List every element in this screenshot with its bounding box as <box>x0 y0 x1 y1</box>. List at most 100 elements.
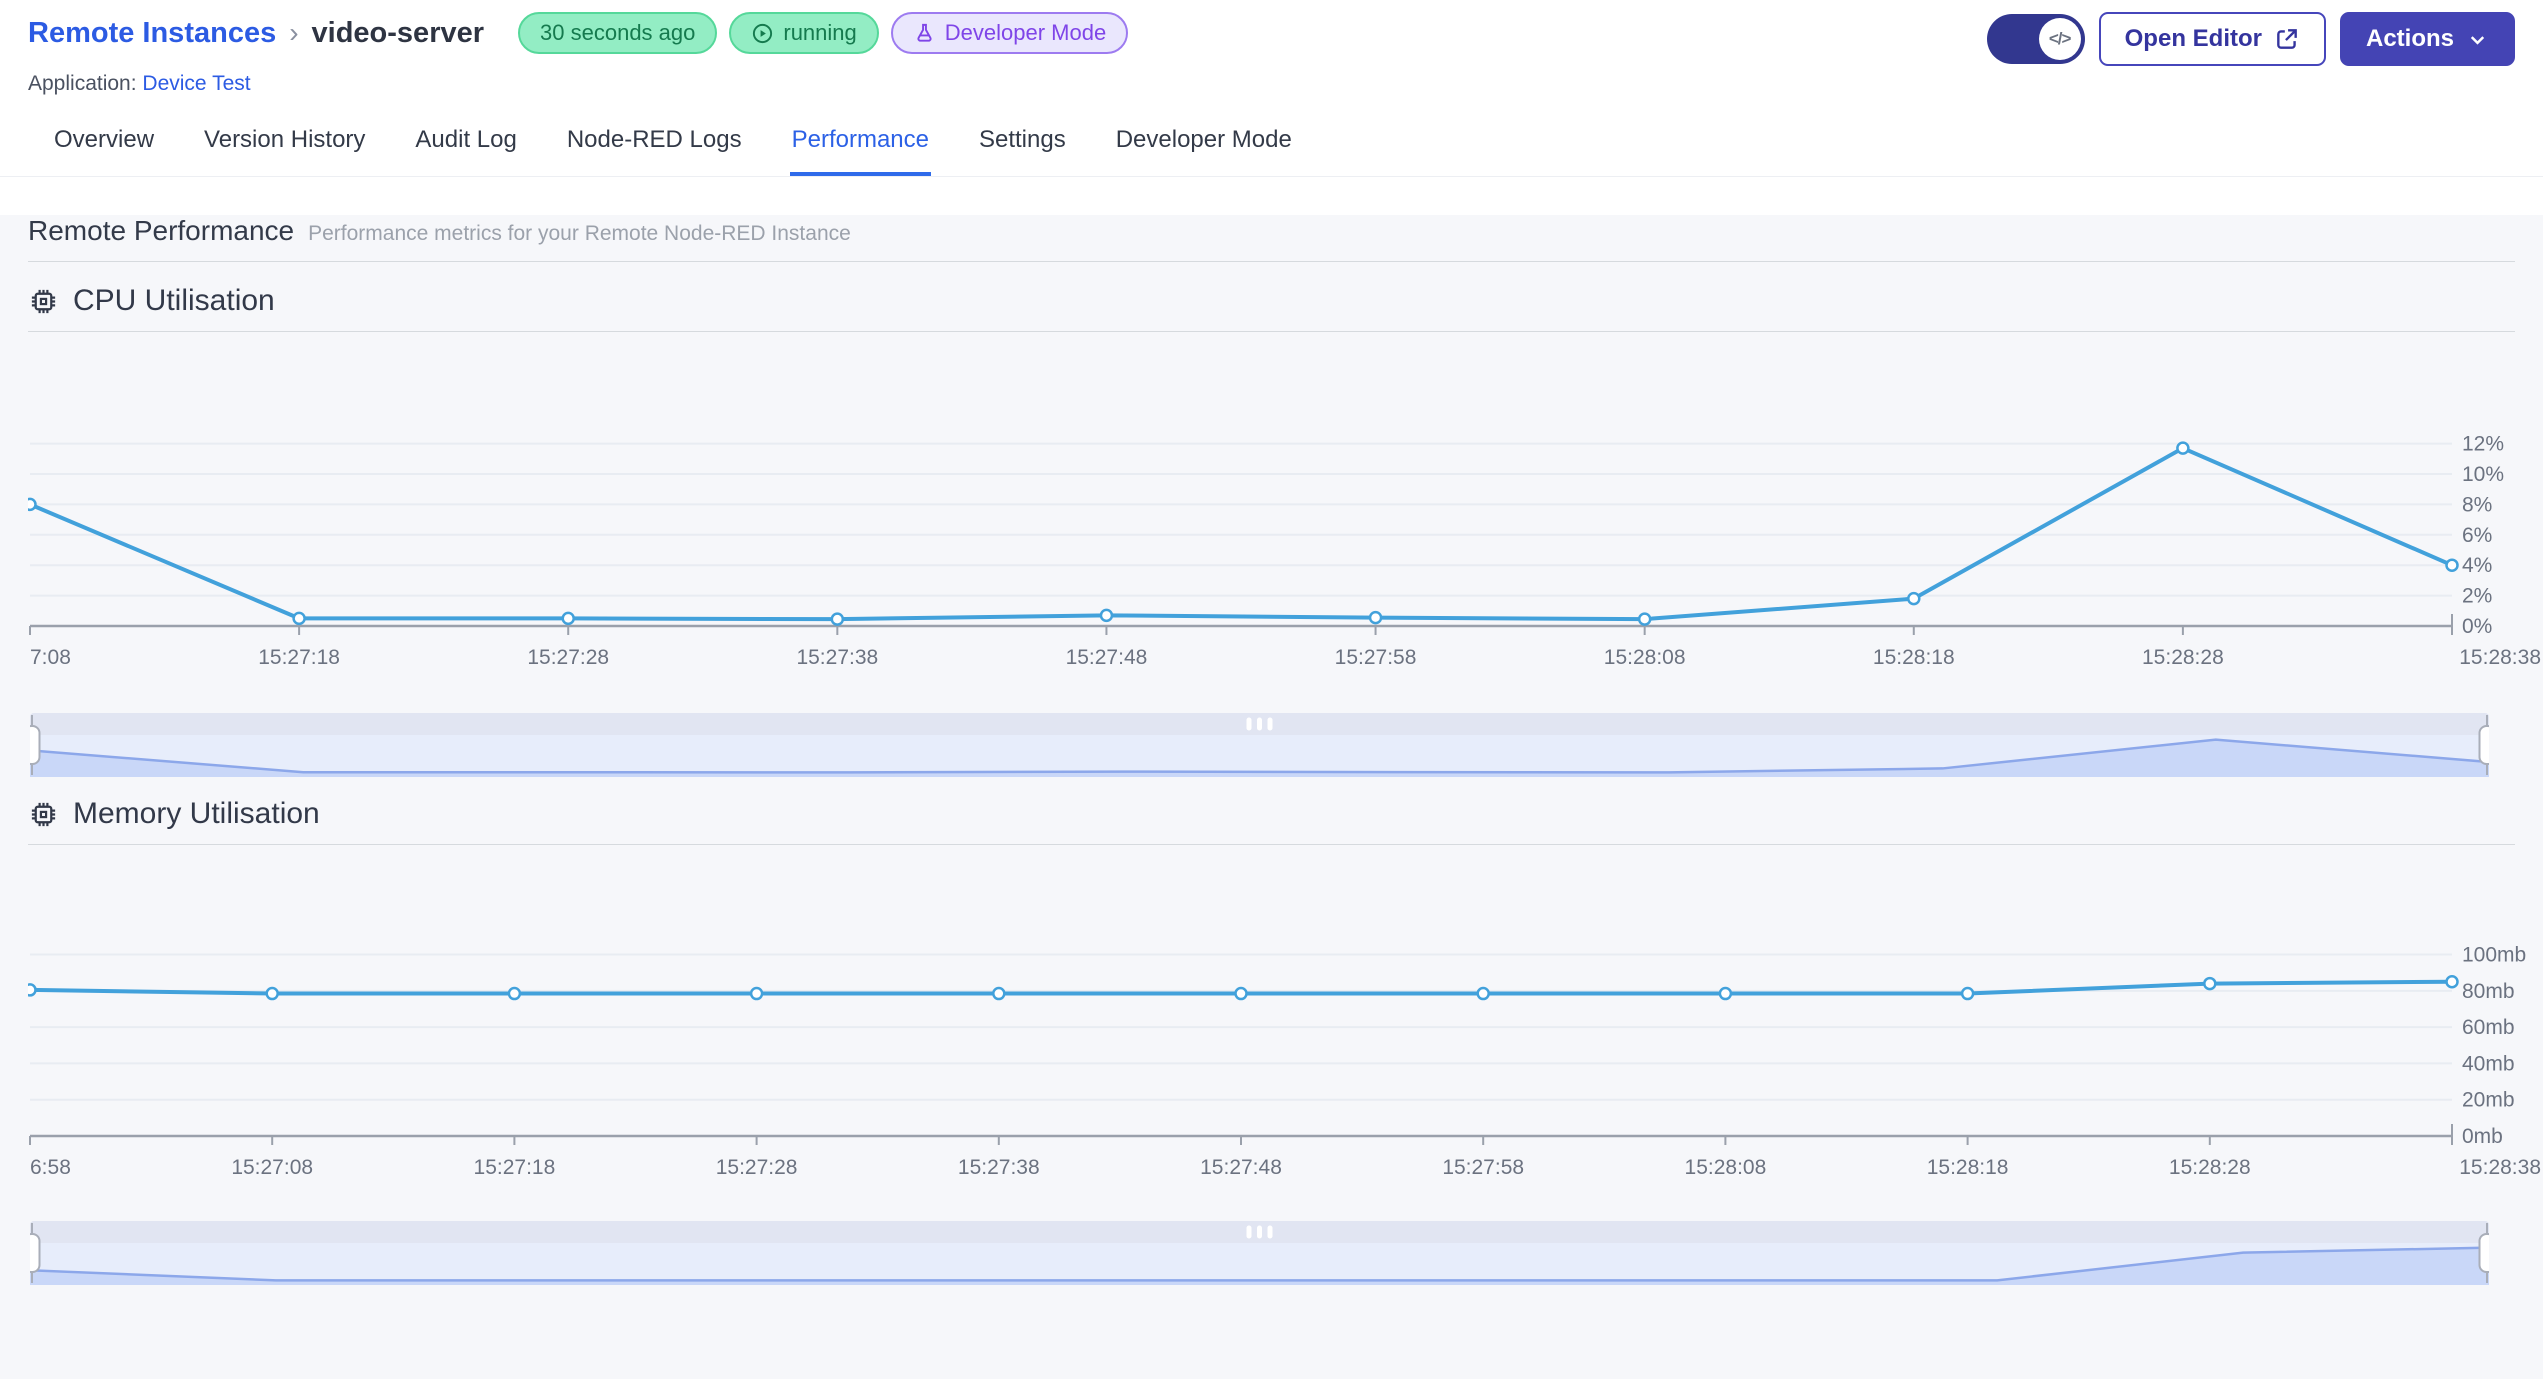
page-title: Remote Performance <box>28 215 295 246</box>
actions-label: Actions <box>2365 25 2454 52</box>
developer-mode-toggle[interactable]: </> <box>1986 14 2085 64</box>
cpu-chip-icon <box>31 289 56 313</box>
data-point-marker <box>992 986 1006 1001</box>
running-status-label: running <box>783 20 857 45</box>
application-row: Application: Device Test <box>28 72 2515 96</box>
data-point-marker <box>1718 986 1733 1001</box>
x-tick-label: 15:28:38 <box>2459 1156 2541 1179</box>
y-tick-label: 10% <box>2462 463 2504 486</box>
y-tick-label: 12% <box>2462 433 2504 456</box>
brush-right-handle[interactable] <box>2478 725 2490 765</box>
memory-utilisation-chart: 0mb 20mb 40mb 60mb 80mb 100mb 6:58 15:27:08 15:2… <box>28 944 2541 1179</box>
data-point-marker <box>2445 975 2459 989</box>
data-point-marker <box>2176 441 2190 455</box>
x-tick-label: 15:27:38 <box>958 1156 1040 1179</box>
running-status-badge: running <box>729 12 879 54</box>
y-tick-label: 100mb <box>2462 944 2526 967</box>
brush-grip[interactable] <box>1267 1225 1273 1239</box>
data-point-marker <box>1960 986 1975 1001</box>
data-point-marker <box>561 611 575 626</box>
main-content: Remote Performance Performance metrics f… <box>0 215 2543 1379</box>
cpu-chip-icon <box>31 802 56 826</box>
data-point-marker <box>2203 976 2217 991</box>
data-point-marker <box>1368 610 1383 625</box>
brush-grip[interactable] <box>1257 717 1262 731</box>
cpu-section-title: CPU Utilisation <box>73 284 275 317</box>
y-tick-label: 6% <box>2462 524 2492 547</box>
x-tick-label: 15:27:48 <box>1200 1156 1282 1179</box>
y-tick-label: 80mb <box>2462 980 2515 1003</box>
y-tick-label: 2% <box>2462 585 2492 608</box>
brush-grip[interactable] <box>1257 1225 1262 1239</box>
last-seen-badge-label: 30 seconds ago <box>540 20 696 45</box>
data-point-marker <box>292 611 306 626</box>
x-tick-label: 15:28:38 <box>2459 646 2541 669</box>
chevron-down-icon <box>2470 35 2485 45</box>
x-tick-label: 15:27:28 <box>527 646 609 669</box>
tab-performance[interactable]: Performance <box>789 126 931 176</box>
x-tick-label: 15:27:58 <box>1442 1156 1524 1179</box>
data-point-marker <box>1637 612 1652 626</box>
brush-right-handle[interactable] <box>2478 1233 2490 1273</box>
tab-settings[interactable]: Settings <box>977 126 1068 176</box>
data-point-marker <box>2445 558 2459 572</box>
data-point-marker <box>1907 591 1921 606</box>
breadcrumb-chevron-icon: › <box>289 17 299 48</box>
page-subtitle: Performance metrics for your Remote Node… <box>308 222 851 245</box>
x-tick-label: 15:27:08 <box>231 1156 313 1179</box>
breadcrumb-current: video-server <box>311 16 485 49</box>
cpu-section-header: CPU Utilisation <box>28 284 2515 318</box>
data-point-marker <box>28 983 37 997</box>
x-tick-label: 15:27:28 <box>716 1156 798 1179</box>
cpu-chart-range-brush[interactable] <box>30 713 2489 777</box>
tab-version-history[interactable]: Version History <box>202 126 367 176</box>
y-tick-label: 40mb <box>2462 1052 2515 1075</box>
y-tick-label: 60mb <box>2462 1016 2515 1039</box>
status-badges: 30 seconds ago running Developer Mode <box>518 12 1129 54</box>
tab-bar: Overview Version History Audit Log Node-… <box>0 126 2543 177</box>
brush-grip[interactable] <box>1267 717 1273 731</box>
memory-section-header: Memory Utilisation <box>28 797 2515 831</box>
x-tick-label: 15:28:08 <box>1604 646 1686 669</box>
breadcrumb: Remote Instances › video-server <box>28 17 484 50</box>
y-tick-label: 0mb <box>2462 1125 2503 1148</box>
y-tick-label: 20mb <box>2462 1089 2515 1112</box>
brush-left-handle[interactable] <box>30 725 41 765</box>
x-tick-label: 15:27:58 <box>1335 646 1417 669</box>
brush-left-handle[interactable] <box>30 1233 41 1273</box>
divider <box>28 261 2515 262</box>
memory-chart-range-brush[interactable] <box>30 1221 2489 1285</box>
data-point-marker <box>265 986 279 1001</box>
data-point-marker <box>749 986 764 1001</box>
developer-mode-badge[interactable]: Developer Mode <box>890 12 1129 54</box>
memory-section-title: Memory Utilisation <box>73 797 320 830</box>
page-header-bar: Remote Instances › video-server 30 secon… <box>0 0 2543 96</box>
brush-grip[interactable] <box>1246 1225 1252 1239</box>
application-label: Application: <box>28 72 137 95</box>
data-point-marker <box>507 986 522 1001</box>
x-tick-label: 15:28:18 <box>1927 1156 2009 1179</box>
brush-grip[interactable] <box>1246 717 1252 731</box>
x-tick-label: 15:28:08 <box>1685 1156 1767 1179</box>
breadcrumb-parent-link[interactable]: Remote Instances <box>28 17 276 50</box>
data-point-marker <box>1476 986 1490 1001</box>
divider <box>28 844 2515 845</box>
open-editor-label: Open Editor <box>2124 25 2262 52</box>
open-editor-button[interactable]: Open Editor <box>2098 12 2326 66</box>
data-point-marker <box>1099 608 1114 623</box>
code-icon: </> <box>2038 18 2081 60</box>
x-tick-label: 15:28:18 <box>1873 646 1955 669</box>
divider <box>28 331 2515 332</box>
x-tick-label: 15:27:18 <box>258 646 340 669</box>
play-circle-icon <box>753 23 773 43</box>
tab-node-red-logs[interactable]: Node-RED Logs <box>565 126 744 176</box>
x-tick-label: 6:58 <box>30 1156 71 1179</box>
tab-overview[interactable]: Overview <box>52 126 156 176</box>
tab-audit-log[interactable]: Audit Log <box>413 126 518 176</box>
x-tick-label: 15:27:18 <box>474 1156 556 1179</box>
actions-button[interactable]: Actions <box>2339 12 2515 66</box>
application-link[interactable]: Device Test <box>142 72 250 95</box>
tab-developer-mode[interactable]: Developer Mode <box>1114 126 1294 176</box>
x-tick-label: 15:28:28 <box>2169 1156 2251 1179</box>
data-point-marker <box>28 497 37 512</box>
